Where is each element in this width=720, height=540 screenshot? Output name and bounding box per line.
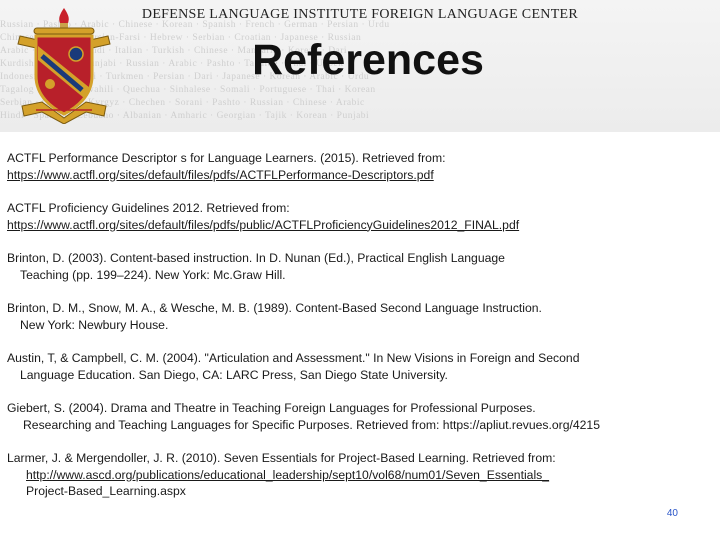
reference-link[interactable]: https://www.actfl.org/sites/default/file… — [7, 217, 707, 234]
slide: Russian · Pashto · Arabic · Chinese · Ko… — [0, 0, 720, 540]
reference-text: Brinton, D. M., Snow, M. A., & Wesche, M… — [7, 301, 542, 315]
reference-entry: ACTFL Performance Descriptor s for Langu… — [7, 150, 707, 183]
reference-text: Researching and Teaching Languages for S… — [23, 417, 600, 432]
reference-list: ACTFL Performance Descriptor s for Langu… — [7, 150, 707, 500]
reference-text: ACTFL Performance Descriptor s for Langu… — [7, 151, 446, 165]
reference-link[interactable]: http://www.ascd.org/publications/educati… — [7, 467, 707, 484]
reference-text: Austin, T, & Campbell, C. M. (2004). "Ar… — [7, 351, 580, 365]
reference-link-continuation[interactable]: Project-Based_Learning.aspx — [7, 483, 707, 500]
reference-text: Teaching (pp. 199–224). New York: Mc.Gra… — [20, 267, 286, 282]
reference-text: Giebert, S. (2004). Drama and Theatre in… — [7, 401, 536, 415]
reference-text: Brinton, D. (2003). Content-based instru… — [7, 251, 505, 265]
institute-name: DEFENSE LANGUAGE INSTITUTE FOREIGN LANGU… — [141, 7, 579, 22]
reference-entry: Giebert, S. (2004). Drama and Theatre in… — [7, 400, 707, 433]
reference-entry: Larmer, J. & Mergendoller, J. R. (2010).… — [7, 450, 707, 500]
reference-entry: Brinton, D. M., Snow, M. A., & Wesche, M… — [7, 300, 707, 333]
page-number: 40 — [666, 508, 678, 519]
reference-text: Larmer, J. & Mergendoller, J. R. (2010).… — [7, 451, 556, 465]
page-title: References — [252, 36, 484, 84]
reference-link[interactable]: https://www.actfl.org/sites/default/file… — [7, 167, 707, 184]
reference-text: New York: Newbury House. — [20, 317, 169, 332]
reference-entry: Austin, T, & Campbell, C. M. (2004). "Ar… — [7, 350, 707, 383]
reference-text: ACTFL Proficiency Guidelines 2012. Retri… — [7, 201, 290, 215]
reference-text: Language Education. San Diego, CA: LARC … — [20, 367, 448, 382]
reference-entry: ACTFL Proficiency Guidelines 2012. Retri… — [7, 200, 707, 233]
reference-entry: Brinton, D. (2003). Content-based instru… — [7, 250, 707, 283]
header-band: Russian · Pashto · Arabic · Chinese · Ko… — [0, 0, 720, 132]
